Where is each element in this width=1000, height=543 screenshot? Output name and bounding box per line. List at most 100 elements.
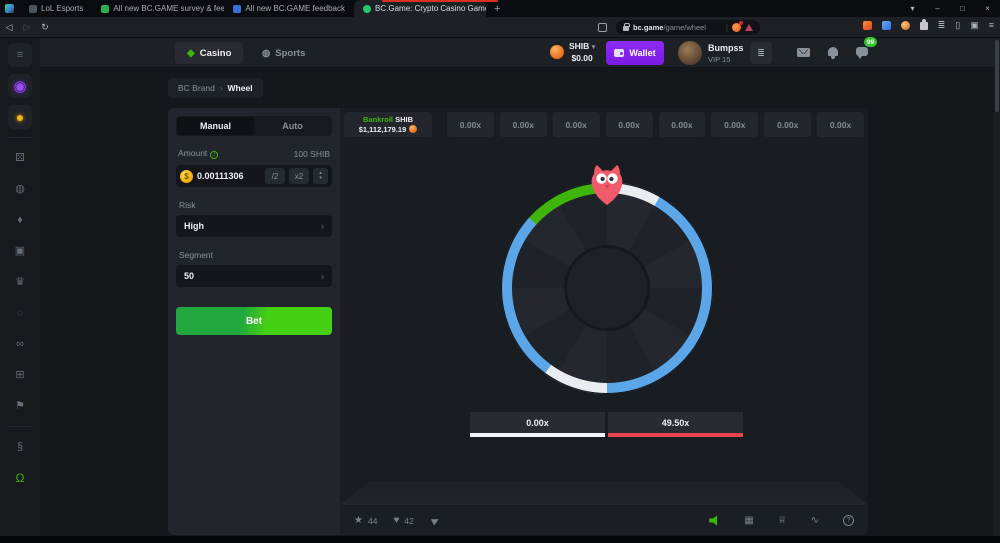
history-multiplier[interactable]: 0.00x	[764, 112, 811, 137]
multiplier-history-row: Bankroll SHIB $1,112,179.19 0.00x 0.00x …	[344, 112, 864, 137]
address-bar[interactable]: bc.game/game/wheel |	[616, 20, 760, 35]
site-header: ◆ Casino ◍ Sports SHIB ▾ $0.00 Wallet Bu…	[40, 38, 994, 68]
tab-casino[interactable]: ◆ Casino	[175, 42, 243, 64]
info-icon[interactable]: i	[210, 151, 218, 159]
minimize-button[interactable]: –	[925, 0, 950, 17]
collections-icon[interactable]: ≣	[938, 21, 946, 30]
split-screen-icon[interactable]: ▣	[970, 21, 979, 30]
game-shows-icon[interactable]: ▣	[8, 239, 32, 263]
heart-icon[interactable]: ♥	[393, 515, 399, 526]
close-window-button[interactable]: ×	[975, 0, 1000, 17]
page-scrollbar[interactable]	[994, 38, 1000, 536]
support-headset-icon[interactable]: Ω	[8, 466, 32, 490]
browser-menu-icon[interactable]: ≡	[989, 21, 994, 30]
scrollbar-thumb[interactable]	[995, 40, 999, 112]
tab-favicon	[363, 5, 371, 13]
browser-tab-lol[interactable]: LoL Esports	[20, 0, 92, 17]
restore-button[interactable]: □	[950, 0, 975, 17]
bankroll-value: $1,112,179.19	[359, 125, 407, 135]
extension-icon[interactable]	[863, 21, 872, 30]
transactions-list-icon[interactable]: ≣	[750, 42, 772, 64]
stepper-down-icon[interactable]: ▾	[319, 176, 322, 182]
lock-icon	[623, 26, 629, 31]
hotkeys-keyboard-icon[interactable]: ▦	[744, 516, 753, 526]
new-tab-button[interactable]: +	[494, 3, 500, 15]
bet-mode-tabs: Manual Auto	[176, 116, 332, 136]
bookmark-icon[interactable]	[598, 23, 607, 32]
result-multiplier: 49.50x	[608, 412, 743, 433]
chevron-right-icon: ›	[321, 221, 324, 231]
amount-value[interactable]: 0.00111306	[197, 171, 261, 181]
forum-chat-icon[interactable]: ⚑	[8, 394, 32, 418]
tab-manual[interactable]: Manual	[177, 117, 254, 135]
star-icon[interactable]: ★	[354, 515, 363, 526]
trophy-icon[interactable]: ♕	[778, 516, 787, 526]
favorites-stat[interactable]: ★ 44	[354, 515, 377, 526]
sound-on-icon[interactable]	[709, 515, 720, 526]
segment-select[interactable]: 50 ›	[176, 265, 332, 287]
reload-icon[interactable]: ↻	[36, 22, 54, 33]
extension-icon[interactable]	[882, 21, 891, 30]
extensions-puzzle-icon[interactable]	[920, 22, 928, 30]
chat-icon[interactable]	[856, 47, 868, 56]
lottery-icon[interactable]: ♦	[8, 208, 32, 232]
browser-tab-bcgame-active[interactable]: BC.Game: Crypto Casino Games & ×	[354, 0, 486, 17]
history-multiplier[interactable]: 0.00x	[711, 112, 758, 137]
extension-icon[interactable]	[901, 21, 910, 30]
risk-select[interactable]: High ›	[176, 215, 332, 237]
history-multiplier[interactable]: 0.00x	[447, 112, 494, 137]
segment-value: 50	[184, 271, 194, 281]
tab-title: LoL Esports	[41, 4, 83, 13]
bonus-spin-icon[interactable]: ◉	[8, 74, 32, 98]
tab-auto[interactable]: Auto	[254, 117, 331, 135]
forward-icon[interactable]: ▷	[18, 22, 36, 33]
extensions-bar: ≣ ▯ ▣ ≡	[863, 21, 994, 30]
breadcrumb-parent[interactable]: BC Brand	[178, 83, 215, 93]
result-item: 49.50x	[608, 412, 743, 437]
blog-link-icon[interactable]: §	[8, 435, 32, 459]
wheel-center	[564, 245, 650, 331]
history-multiplier[interactable]: 0.00x	[606, 112, 653, 137]
half-amount-button[interactable]: /2	[265, 168, 285, 184]
bet-controls-panel: Manual Auto Amounti 100 SHIB $ 0.0011130…	[168, 108, 340, 535]
bonus-circle-icon[interactable]: ◌	[8, 301, 32, 325]
browser-window: LoL Esports All new BC.GAME survey & fee…	[0, 0, 1000, 543]
user-info[interactable]: Bumpss VIP 15	[708, 43, 744, 64]
browser-tab-survey[interactable]: All new BC.GAME survey & feedback	[92, 0, 224, 17]
live-stats-icon[interactable]: ∿	[811, 516, 819, 526]
casino-diamond-icon: ◆	[187, 48, 195, 59]
vip-crown-icon[interactable]: ♛	[8, 270, 32, 294]
sidebar-panel-icon[interactable]: ▯	[955, 21, 960, 30]
mail-icon[interactable]	[797, 48, 810, 57]
community-icon[interactable]: ⊞	[8, 363, 32, 387]
notifications-bell-icon[interactable]	[828, 47, 838, 56]
history-multiplier[interactable]: 0.00x	[500, 112, 547, 137]
browser-tab-feedback[interactable]: All new BC.GAME feedback	[224, 0, 354, 17]
user-avatar[interactable]	[678, 41, 702, 65]
bankroll-label: Bankroll	[363, 115, 393, 124]
history-multiplier[interactable]: 0.00x	[659, 112, 706, 137]
history-multiplier[interactable]: 0.00x	[817, 112, 864, 137]
help-icon[interactable]: ?	[843, 515, 854, 526]
menu-icon[interactable]: ≡	[8, 43, 32, 67]
history-multiplier[interactable]: 0.00x	[553, 112, 600, 137]
workspace-icon[interactable]	[5, 4, 14, 13]
back-icon[interactable]: ◁	[0, 22, 18, 33]
tab-alert-line	[382, 0, 498, 2]
bet-button[interactable]: Bet	[176, 307, 332, 335]
amount-input[interactable]: $ 0.00111306 /2 x2 ▴ ▾	[176, 165, 332, 187]
double-amount-button[interactable]: x2	[289, 168, 309, 184]
rewards-coins-icon[interactable]: ●	[8, 105, 32, 129]
currency-selector[interactable]: SHIB ▾ $0.00	[550, 41, 595, 63]
affiliate-icon[interactable]: ∞	[8, 332, 32, 356]
wallet-button[interactable]: Wallet	[606, 41, 664, 65]
likes-stat[interactable]: ♥ 42	[393, 515, 413, 526]
tab-menu-icon[interactable]: ▾	[900, 0, 925, 17]
share-send-icon[interactable]: ▶	[430, 514, 441, 527]
shield-extension-icon[interactable]	[732, 23, 741, 32]
sports-ball-icon[interactable]: ◍	[8, 177, 32, 201]
casino-dice-icon[interactable]: ⚄	[8, 146, 32, 170]
warning-triangle-icon[interactable]	[745, 24, 753, 31]
tab-sports[interactable]: ◍ Sports	[252, 42, 315, 64]
amount-stepper[interactable]: ▴ ▾	[313, 168, 328, 184]
